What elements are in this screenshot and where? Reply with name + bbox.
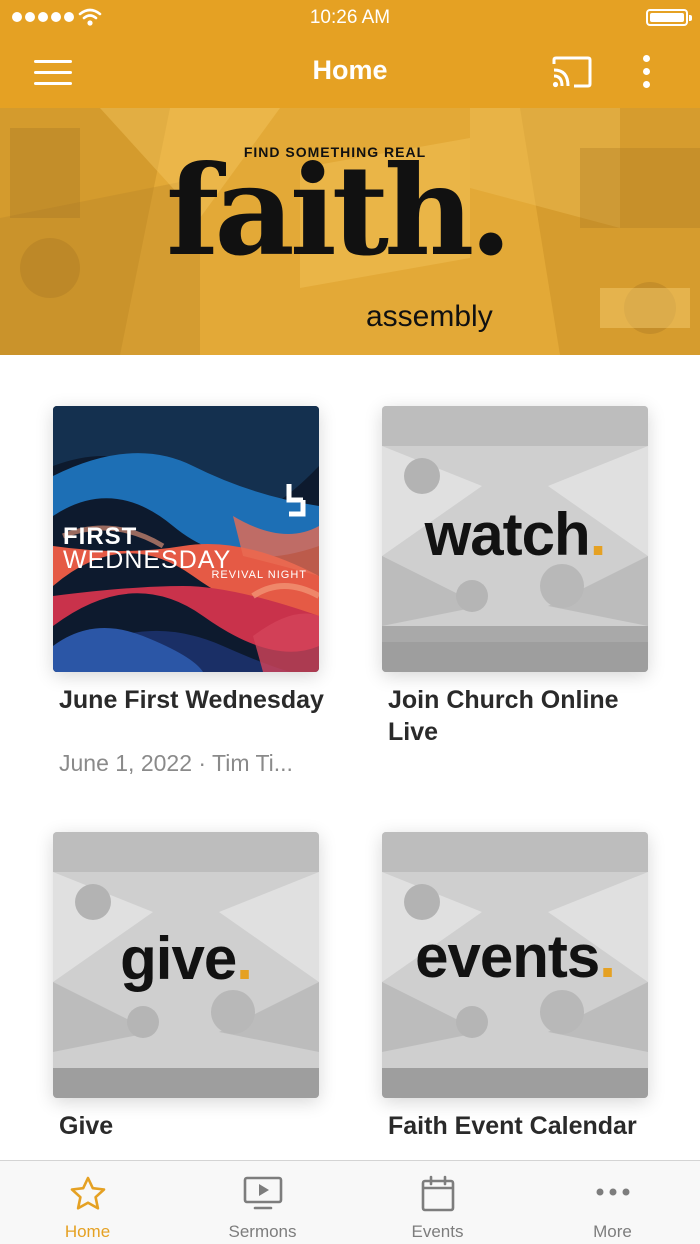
brand-logo-text: faith. <box>166 139 512 284</box>
tab-events[interactable]: Events <box>350 1161 525 1244</box>
card-thumbnail[interactable]: FIRST WEDNESDAY REVIVAL NIGHT <box>53 406 319 672</box>
card-title: June First Wednesday <box>59 686 324 714</box>
navigation-bar: Home <box>0 36 700 108</box>
status-time: 10:26 AM <box>309 7 391 28</box>
card-meta: June 1, 2022 · Tim Ti... <box>59 750 293 776</box>
card-title: Give <box>59 1112 114 1140</box>
artwork-line-revival: REVIVAL NIGHT <box>211 569 307 581</box>
more-options-icon[interactable] <box>630 50 664 94</box>
card-title: Faith Event Calendar <box>388 1112 637 1140</box>
card-thumbnail[interactable]: events. <box>382 832 648 1098</box>
tab-label: Sermons <box>228 1222 297 1241</box>
tab-more[interactable]: More <box>525 1161 700 1244</box>
calendar-icon <box>421 1175 454 1212</box>
brand-logo-subtext: assembly <box>366 300 493 333</box>
tab-sermons[interactable]: Sermons <box>175 1161 350 1244</box>
tv-play-icon <box>243 1176 282 1210</box>
star-icon <box>70 1176 105 1210</box>
tab-home[interactable]: Home <box>0 1161 175 1244</box>
hero-banner: FIND SOMETHING REAL faith. assembly <box>0 108 700 355</box>
card-title: Join Church Online Live <box>388 686 619 746</box>
battery-icon <box>646 9 692 26</box>
content-grid: FIRST WEDNESDAY REVIVAL NIGHT June First… <box>0 355 700 1160</box>
tab-label: Events <box>411 1222 464 1241</box>
cast-icon[interactable] <box>548 52 596 92</box>
thumbnail-word: watch. <box>424 501 607 568</box>
status-bar: 10:26 AM <box>0 0 700 36</box>
bottom-tab-bar: Home Sermons Events More <box>0 1160 700 1244</box>
artwork-line-wednesday: WEDNESDAY <box>63 546 232 574</box>
more-dots-icon <box>596 1188 629 1196</box>
thumbnail-word: events. <box>415 923 616 990</box>
tab-label: More <box>593 1222 632 1241</box>
tab-label: Home <box>64 1222 111 1241</box>
card-thumbnail[interactable]: watch. <box>382 406 648 672</box>
card-thumbnail[interactable]: give. <box>53 832 319 1098</box>
thumbnail-word: give. <box>120 925 253 992</box>
